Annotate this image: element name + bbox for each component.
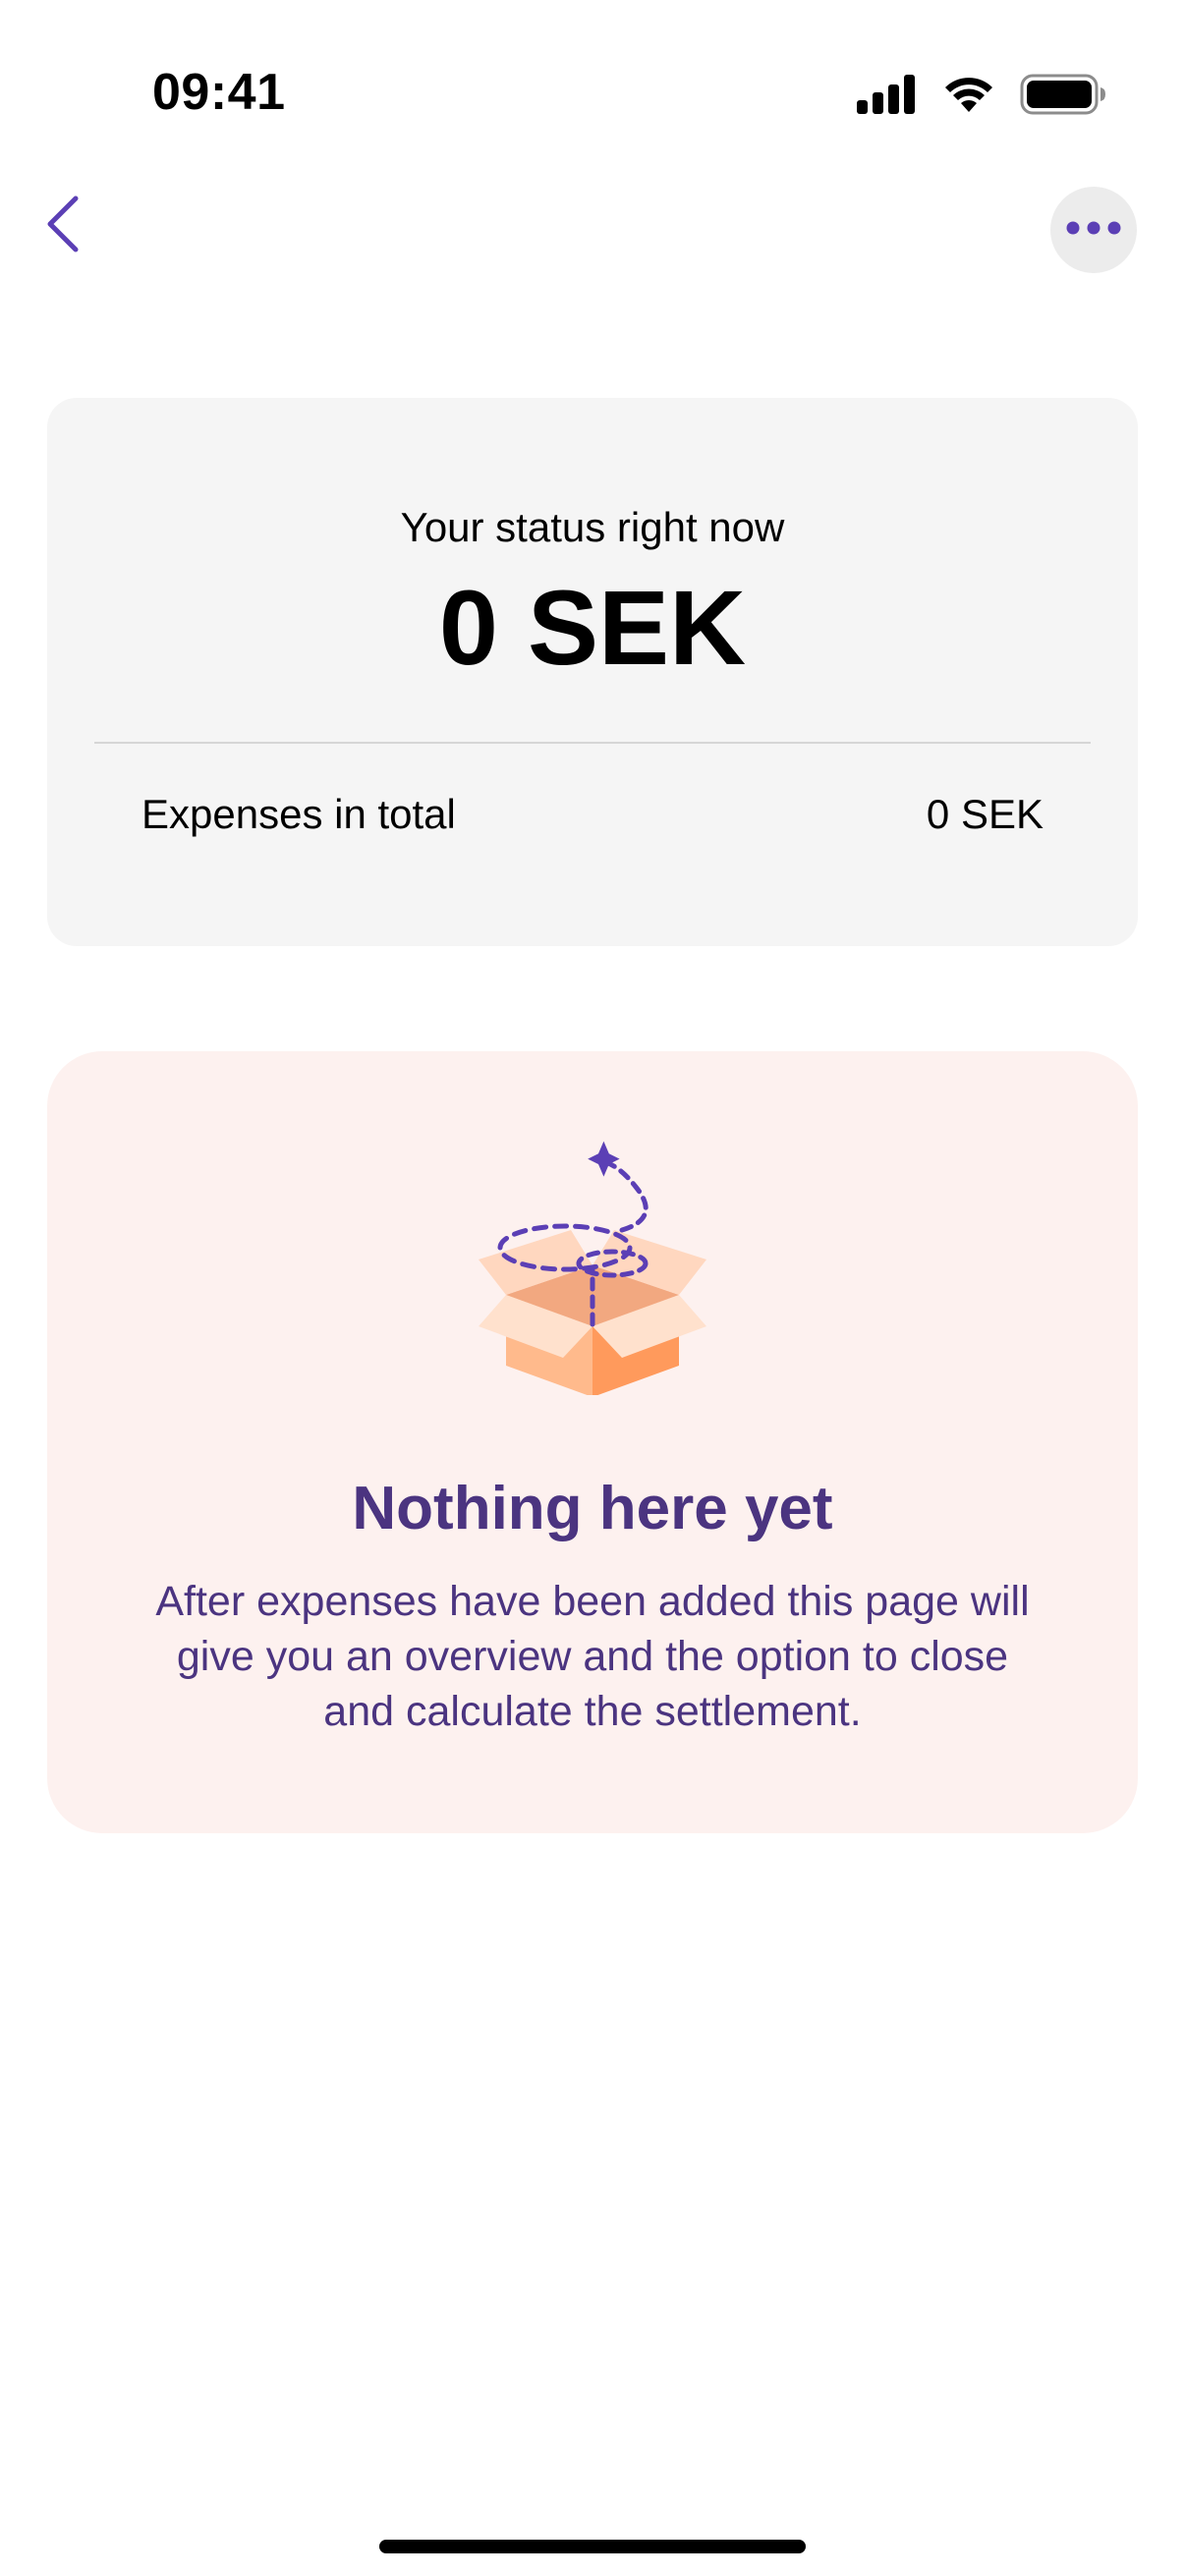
status-bar: 09:41 <box>0 0 1185 187</box>
expenses-total-label: Expenses in total <box>141 791 456 837</box>
status-amount: 0 SEK <box>438 568 747 687</box>
wifi-icon <box>941 75 996 119</box>
empty-state-description: After expenses have been added this page… <box>155 1578 1030 1735</box>
battery-icon <box>1020 74 1106 120</box>
ellipsis-icon <box>1066 221 1121 240</box>
expenses-total-value: 0 SEK <box>926 791 1044 837</box>
more-options-button[interactable] <box>1050 187 1137 273</box>
status-time: 09:41 <box>152 64 286 121</box>
expenses-total-row: Expenses in total 0 SEK <box>141 791 1044 838</box>
cellular-signal-icon <box>857 74 918 119</box>
empty-state-card: Nothing here yet After expenses have bee… <box>47 1051 1138 1833</box>
status-label: Your status right now <box>400 504 785 550</box>
empty-state-title: Nothing here yet <box>352 1475 833 1542</box>
back-button[interactable] <box>37 187 86 265</box>
status-icons <box>857 74 1106 120</box>
status-card: Your status right now 0 SEK Expenses in … <box>47 398 1138 946</box>
divider <box>94 742 1091 744</box>
home-indicator[interactable] <box>379 2540 806 2553</box>
chevron-left-icon <box>42 193 82 260</box>
nav-bar <box>0 187 1185 275</box>
open-box-icon <box>475 1140 710 1397</box>
